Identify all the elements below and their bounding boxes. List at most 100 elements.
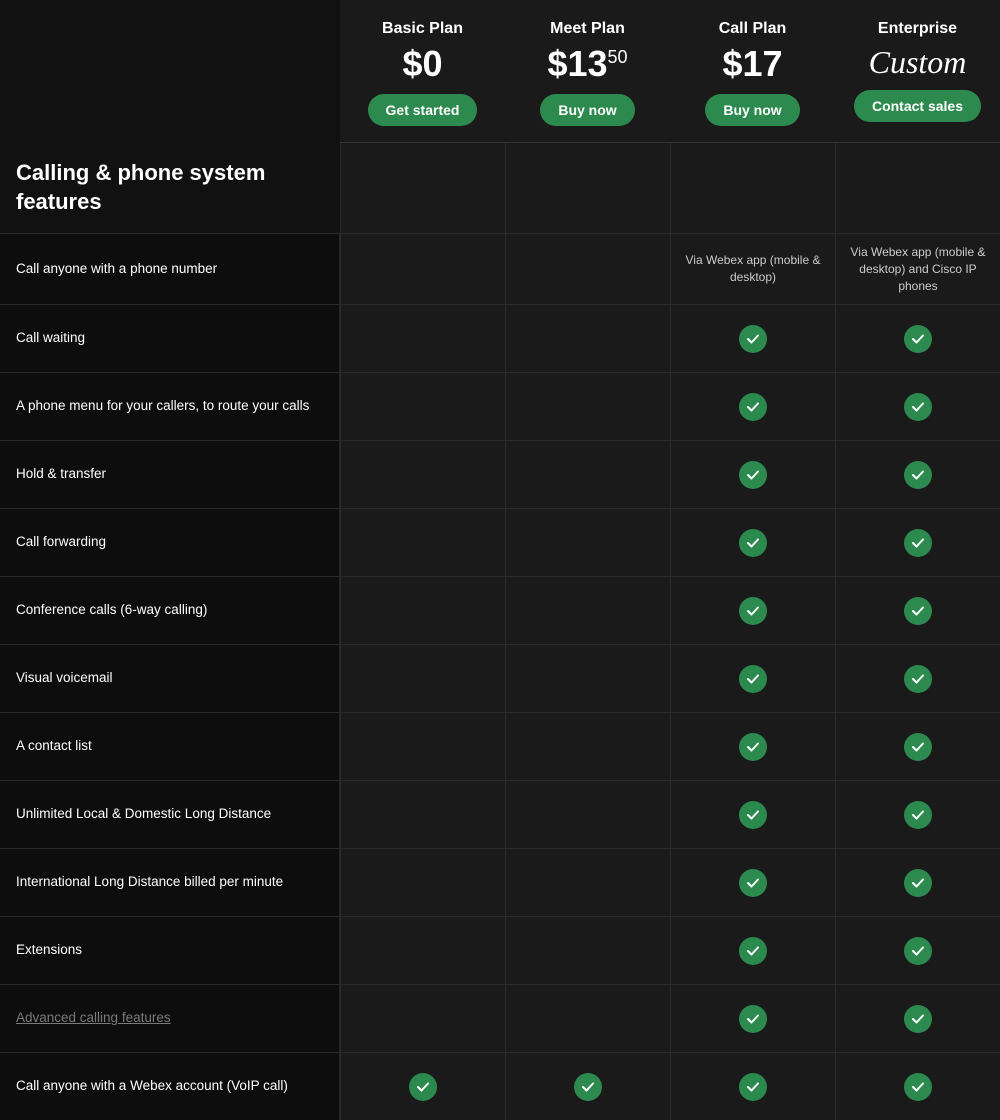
check-icon [739,665,767,693]
feature-cell-call [670,1053,835,1120]
check-icon [904,937,932,965]
feature-cell-basic [340,645,505,712]
cta-call[interactable]: Buy now [705,94,799,126]
section-basic-empty [340,143,505,233]
feature-name-cell: Extensions [0,917,340,984]
check-icon [904,1005,932,1033]
pricing-table: Basic Plan $0 Get started Meet Plan $135… [0,0,1000,1120]
check-icon [904,665,932,693]
feature-name-cell: Call forwarding [0,509,340,576]
cta-enterprise[interactable]: Contact sales [854,90,981,122]
plan-name-meet: Meet Plan [521,20,654,38]
check-icon [904,733,932,761]
header-feature-col [0,0,340,143]
header-enterprise: Enterprise Custom Contact sales [835,0,1000,143]
cta-basic[interactable]: Get started [368,94,478,126]
header-basic: Basic Plan $0 Get started [340,0,505,143]
feature-name-cell: Advanced calling features [0,985,340,1052]
feature-cell-enterprise [835,305,1000,372]
feature-name-link[interactable]: Advanced calling features [16,1009,171,1028]
feature-cell-call [670,849,835,916]
plan-price-enterprise: Custom [851,46,984,78]
feature-cell-enterprise [835,373,1000,440]
feature-name-cell: A phone menu for your callers, to route … [0,373,340,440]
feature-name-label: Call forwarding [16,533,106,552]
table-row: Call waiting [0,304,1000,372]
check-icon [904,393,932,421]
feature-cell-basic [340,1053,505,1120]
feature-cell-call [670,305,835,372]
feature-cell-enterprise [835,645,1000,712]
check-icon [739,733,767,761]
feature-name-label: A phone menu for your callers, to route … [16,397,309,416]
section-enterprise-empty [835,143,1000,233]
table-row: Call forwarding [0,508,1000,576]
feature-name-cell: Call waiting [0,305,340,372]
feature-cell-enterprise: Via Webex app (mobile & desktop) and Cis… [835,234,1000,304]
feature-cell-call [670,441,835,508]
table-row: Call anyone with a phone number Via Webex… [0,233,1000,304]
section-title-cell: Calling & phone system features [0,143,340,233]
cta-meet[interactable]: Buy now [540,94,634,126]
check-icon [739,1005,767,1033]
feature-cell-meet [505,849,670,916]
plan-price-call: $17 [686,46,819,82]
check-icon [904,461,932,489]
feature-cell-call [670,713,835,780]
feature-cell-enterprise [835,985,1000,1052]
feature-name-label: Visual voicemail [16,669,113,688]
feature-name-cell: Call anyone with a Webex account (VoIP c… [0,1053,340,1120]
feature-cell-call [670,781,835,848]
table-row: Visual voicemail [0,644,1000,712]
feature-cell-enterprise [835,781,1000,848]
table-row: Advanced calling features [0,984,1000,1052]
check-icon [739,529,767,557]
section-meet-empty [505,143,670,233]
check-icon [739,1073,767,1101]
plan-name-call: Call Plan [686,20,819,38]
feature-cell-meet [505,234,670,304]
feature-cell-meet [505,509,670,576]
check-icon [739,801,767,829]
feature-name-cell: International Long Distance billed per m… [0,849,340,916]
feature-name-label: Call anyone with a Webex account (VoIP c… [16,1077,288,1096]
feature-cell-meet [505,713,670,780]
feature-cell-basic [340,917,505,984]
check-icon [739,461,767,489]
feature-cell-enterprise [835,577,1000,644]
check-icon [904,1073,932,1101]
feature-name-label: Call waiting [16,329,85,348]
feature-name-cell: Call anyone with a phone number [0,234,340,304]
feature-cell-basic [340,577,505,644]
feature-cell-basic [340,985,505,1052]
feature-cell-meet [505,917,670,984]
check-icon [739,597,767,625]
feature-cell-call [670,985,835,1052]
feature-name-cell: Visual voicemail [0,645,340,712]
table-row: Hold & transfer [0,440,1000,508]
feature-name-cell: Hold & transfer [0,441,340,508]
feature-cell-enterprise [835,509,1000,576]
feature-cell-enterprise [835,849,1000,916]
header-meet: Meet Plan $1350 Buy now [505,0,670,143]
section-title: Calling & phone system features [16,159,324,216]
feature-name-cell: Conference calls (6-way calling) [0,577,340,644]
feature-cell-enterprise [835,713,1000,780]
feature-name-cell: Unlimited Local & Domestic Long Distance [0,781,340,848]
table-row: Unlimited Local & Domestic Long Distance [0,780,1000,848]
feature-name-label: Extensions [16,941,82,960]
feature-cell-call [670,577,835,644]
feature-cell-enterprise [835,917,1000,984]
check-icon [409,1073,437,1101]
plan-name-basic: Basic Plan [356,20,489,38]
table-row: Extensions [0,916,1000,984]
feature-name-cell: A contact list [0,713,340,780]
feature-cell-basic [340,234,505,304]
feature-cell-enterprise [835,1053,1000,1120]
check-icon [739,869,767,897]
feature-cell-basic [340,441,505,508]
check-icon [739,937,767,965]
feature-cell-call [670,917,835,984]
feature-name-label: Call anyone with a phone number [16,260,217,279]
header-call: Call Plan $17 Buy now [670,0,835,143]
